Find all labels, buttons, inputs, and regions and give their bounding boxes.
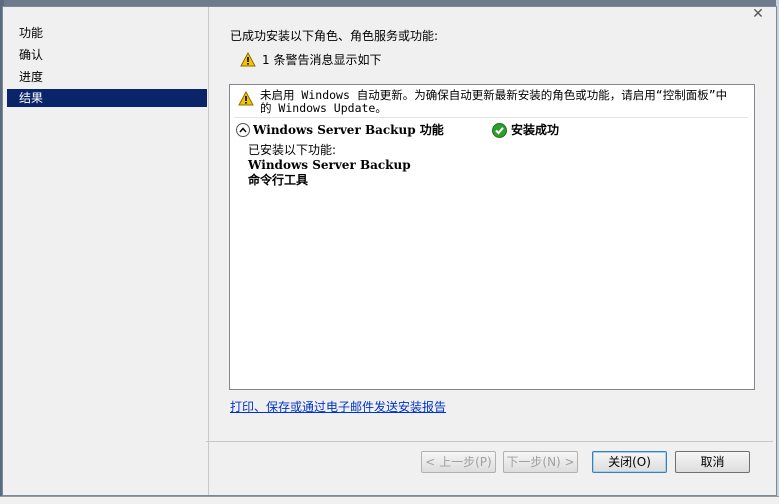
close-button[interactable]: 关闭(O) bbox=[592, 451, 667, 473]
update-warning-line-2: 的 Windows Update。 bbox=[260, 101, 387, 115]
installed-features-header: 已安装以下功能: bbox=[248, 143, 337, 157]
warning-summary-text: 1 条警告消息显示如下 bbox=[262, 52, 382, 67]
next-button[interactable]: 下一步(N) > bbox=[503, 451, 578, 473]
page-headline: 已成功安装以下角色、角色服务或功能: bbox=[230, 29, 439, 43]
update-warning-message: 未启用 Windows 自动更新。为确保自动更新最新安装的角色或功能，请启用“控… bbox=[260, 89, 727, 115]
chevron-up-icon[interactable] bbox=[236, 123, 250, 137]
warning-triangle-icon bbox=[238, 91, 254, 115]
cancel-button[interactable]: 取消 bbox=[675, 451, 750, 473]
installed-feature-item: Windows Server Backup bbox=[248, 158, 411, 172]
sidebar-item-features[interactable]: 功能 bbox=[7, 24, 207, 42]
installed-features-detail: 已安装以下功能: Windows Server Backup 命令行工具 bbox=[248, 143, 411, 188]
install-status: 安装成功 bbox=[492, 122, 559, 138]
warning-triangle-icon bbox=[240, 51, 256, 67]
check-circle-icon bbox=[492, 122, 507, 138]
results-list[interactable]: 未启用 Windows 自动更新。为确保自动更新最新安装的角色或功能，请启用“控… bbox=[229, 84, 755, 390]
wizard-sidebar: 功能 确认 进度 结果 bbox=[3, 7, 209, 495]
back-button[interactable]: < 上一步(P) bbox=[421, 451, 496, 473]
sidebar-item-results[interactable]: 结果 bbox=[7, 89, 207, 107]
close-icon[interactable]: ✕ bbox=[750, 6, 766, 22]
sidebar-item-progress[interactable]: 进度 bbox=[7, 68, 207, 86]
divider bbox=[234, 117, 748, 118]
update-warning-notice: 未启用 Windows 自动更新。为确保自动更新最新安装的角色或功能，请启用“控… bbox=[238, 89, 748, 115]
sidebar-item-confirm[interactable]: 确认 bbox=[7, 46, 207, 64]
install-status-text: 安装成功 bbox=[511, 123, 560, 137]
warning-summary: 1 条警告消息显示如下 bbox=[240, 50, 381, 68]
footer-divider bbox=[206, 441, 773, 442]
feature-result-row: Windows Server Backup 功能 安装成功 bbox=[236, 122, 748, 140]
report-link[interactable]: 打印、保存或通过电子邮件发送安装报告 bbox=[230, 398, 446, 415]
update-warning-line-1: 未启用 Windows 自动更新。为确保自动更新最新安装的角色或功能，请启用“控… bbox=[260, 88, 728, 102]
installed-feature-item: 命令行工具 bbox=[248, 173, 309, 187]
feature-name: Windows Server Backup 功能 bbox=[253, 123, 444, 137]
